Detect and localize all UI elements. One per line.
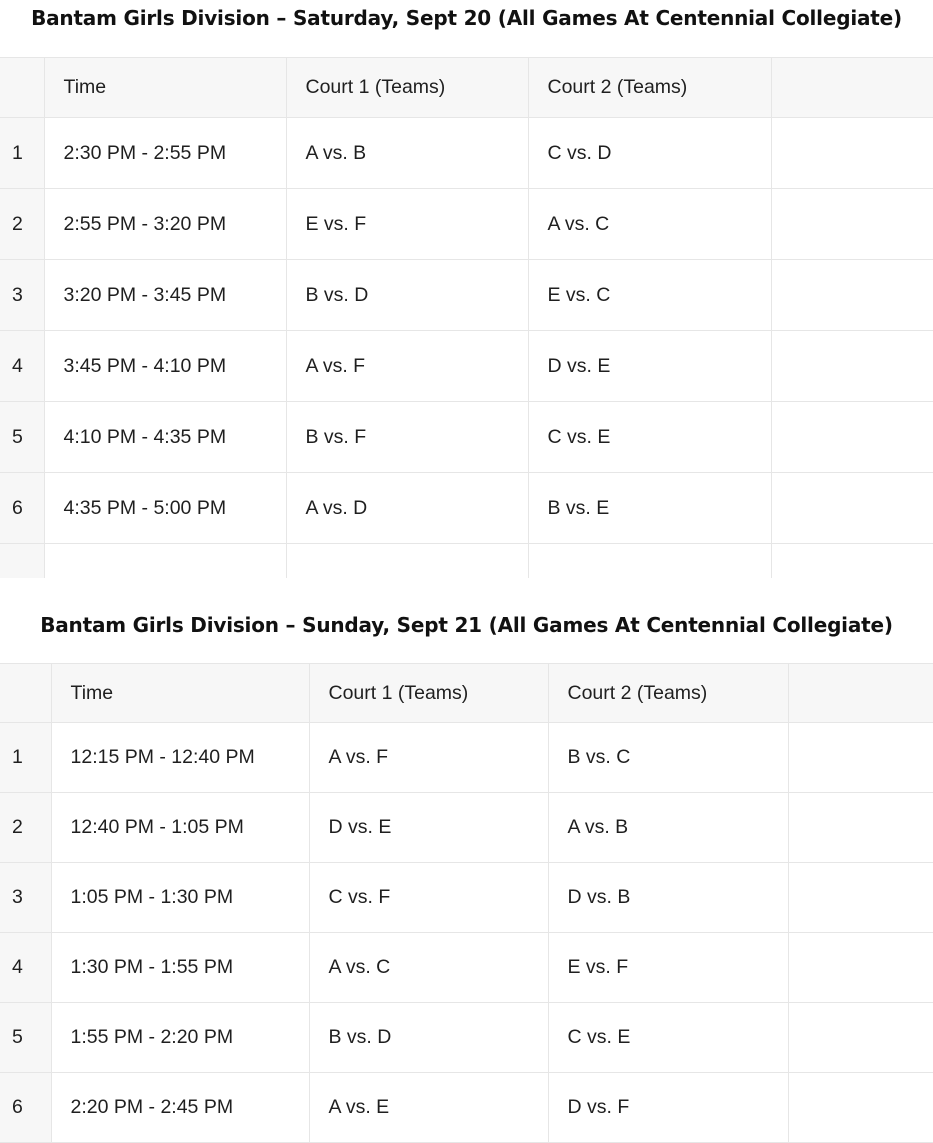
extra-cell xyxy=(771,472,933,544)
table-row: 1 2:30 PM - 2:55 PM A vs. B C vs. D xyxy=(0,117,933,189)
row-number xyxy=(0,543,45,578)
row-number-header xyxy=(0,57,45,118)
extra-cell xyxy=(771,188,933,260)
extra-cell xyxy=(788,722,933,793)
time-cell: 2:20 PM - 2:45 PM xyxy=(51,1072,310,1143)
court-1-cell: B vs. D xyxy=(286,259,529,331)
row-number: 2 xyxy=(0,188,45,260)
court-1-cell: C vs. F xyxy=(309,862,549,933)
court-2-cell: E vs. C xyxy=(528,259,772,331)
court-2-cell: B vs. E xyxy=(528,472,772,544)
extra-column-header xyxy=(788,663,933,723)
time-cell: 1:55 PM - 2:20 PM xyxy=(51,1002,310,1073)
sunday-section-title: Bantam Girls Division – Sunday, Sept 21 … xyxy=(40,613,893,637)
court-2-cell: C vs. E xyxy=(548,1002,789,1073)
court-1-column-header: Court 1 (Teams) xyxy=(309,663,549,723)
court-2-cell: D vs. F xyxy=(548,1072,789,1143)
court-2-cell: D vs. B xyxy=(548,862,789,933)
table-header-row: Time Court 1 (Teams) Court 2 (Teams) xyxy=(0,57,933,118)
row-number: 1 xyxy=(0,722,52,793)
row-number: 4 xyxy=(0,932,52,1003)
time-column-header: Time xyxy=(51,663,310,723)
table-row: 3 3:20 PM - 3:45 PM B vs. D E vs. C xyxy=(0,259,933,331)
extra-cell xyxy=(788,1072,933,1143)
row-number: 3 xyxy=(0,862,52,933)
extra-cell xyxy=(788,792,933,863)
court-1-cell xyxy=(286,543,529,578)
extra-cell xyxy=(771,401,933,473)
time-cell: 12:15 PM - 12:40 PM xyxy=(51,722,310,793)
time-cell: 3:20 PM - 3:45 PM xyxy=(44,259,287,331)
court-1-cell: E vs. F xyxy=(286,188,529,260)
court-1-cell: B vs. F xyxy=(286,401,529,473)
time-cell: 2:55 PM - 3:20 PM xyxy=(44,188,287,260)
time-cell: 3:45 PM - 4:10 PM xyxy=(44,330,287,402)
court-1-cell: A vs. F xyxy=(309,722,549,793)
time-cell: 4:35 PM - 5:00 PM xyxy=(44,472,287,544)
sunday-schedule-table: Time Court 1 (Teams) Court 2 (Teams) 1 1… xyxy=(0,663,933,1143)
court-2-cell: A vs. C xyxy=(528,188,772,260)
table-row: 6 2:20 PM - 2:45 PM A vs. E D vs. F xyxy=(0,1072,933,1143)
extra-cell xyxy=(788,862,933,933)
saturday-schedule-table: Time Court 1 (Teams) Court 2 (Teams) 1 2… xyxy=(0,57,933,578)
court-2-cell: C vs. D xyxy=(528,117,772,189)
court-2-cell xyxy=(528,543,772,578)
court-2-cell: E vs. F xyxy=(548,932,789,1003)
row-number: 3 xyxy=(0,259,45,331)
row-number: 6 xyxy=(0,1072,52,1143)
table-row: 1 12:15 PM - 12:40 PM A vs. F B vs. C xyxy=(0,722,933,793)
row-number-header xyxy=(0,663,52,723)
extra-cell xyxy=(771,259,933,331)
time-cell xyxy=(44,543,287,578)
time-cell: 12:40 PM - 1:05 PM xyxy=(51,792,310,863)
court-1-cell: A vs. F xyxy=(286,330,529,402)
court-1-cell: B vs. D xyxy=(309,1002,549,1073)
time-cell: 2:30 PM - 2:55 PM xyxy=(44,117,287,189)
table-row: 2 2:55 PM - 3:20 PM E vs. F A vs. C xyxy=(0,188,933,260)
row-number: 5 xyxy=(0,401,45,473)
court-1-cell: A vs. E xyxy=(309,1072,549,1143)
table-row: 3 1:05 PM - 1:30 PM C vs. F D vs. B xyxy=(0,862,933,933)
court-1-cell: A vs. B xyxy=(286,117,529,189)
court-2-column-header: Court 2 (Teams) xyxy=(548,663,789,723)
table-row: 4 3:45 PM - 4:10 PM A vs. F D vs. E xyxy=(0,330,933,402)
saturday-section-title: Bantam Girls Division – Saturday, Sept 2… xyxy=(31,6,902,30)
empty-table-row xyxy=(0,543,933,579)
row-number: 2 xyxy=(0,792,52,863)
court-1-cell: A vs. D xyxy=(286,472,529,544)
court-2-column-header: Court 2 (Teams) xyxy=(528,57,772,118)
time-cell: 4:10 PM - 4:35 PM xyxy=(44,401,287,473)
time-column-header: Time xyxy=(44,57,287,118)
court-1-cell: D vs. E xyxy=(309,792,549,863)
extra-cell xyxy=(788,932,933,1003)
court-2-cell: B vs. C xyxy=(548,722,789,793)
table-row: 2 12:40 PM - 1:05 PM D vs. E A vs. B xyxy=(0,792,933,863)
table-row: 4 1:30 PM - 1:55 PM A vs. C E vs. F xyxy=(0,932,933,1003)
court-1-cell: A vs. C xyxy=(309,932,549,1003)
row-number: 4 xyxy=(0,330,45,402)
court-1-column-header: Court 1 (Teams) xyxy=(286,57,529,118)
table-row: 6 4:35 PM - 5:00 PM A vs. D B vs. E xyxy=(0,472,933,544)
court-2-cell: D vs. E xyxy=(528,330,772,402)
extra-cell xyxy=(771,544,933,579)
table-row: 5 1:55 PM - 2:20 PM B vs. D C vs. E xyxy=(0,1002,933,1073)
court-2-cell: C vs. E xyxy=(528,401,772,473)
row-number: 1 xyxy=(0,117,45,189)
row-number: 5 xyxy=(0,1002,52,1073)
time-cell: 1:30 PM - 1:55 PM xyxy=(51,932,310,1003)
time-cell: 1:05 PM - 1:30 PM xyxy=(51,862,310,933)
extra-column-header xyxy=(771,57,933,118)
extra-cell xyxy=(771,117,933,189)
table-row: 5 4:10 PM - 4:35 PM B vs. F C vs. E xyxy=(0,401,933,473)
table-header-row: Time Court 1 (Teams) Court 2 (Teams) xyxy=(0,663,933,723)
extra-cell xyxy=(771,330,933,402)
row-number: 6 xyxy=(0,472,45,544)
court-2-cell: A vs. B xyxy=(548,792,789,863)
extra-cell xyxy=(788,1002,933,1073)
